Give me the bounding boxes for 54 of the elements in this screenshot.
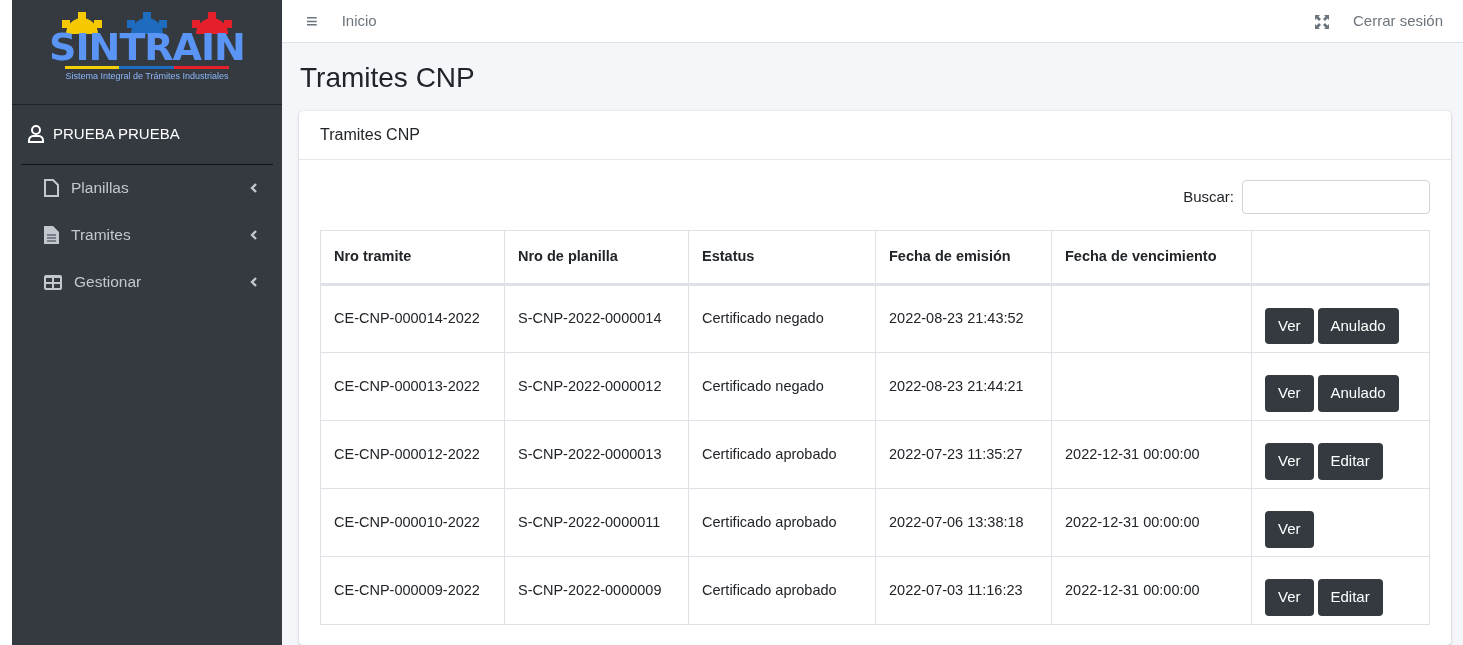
logo: SINTRAIN Sistema Integral de Trámites Industriales [12, 0, 282, 105]
nav-link[interactable]: Inicio [341, 9, 377, 33]
table-cell: S-CNP-2022-0000012 [504, 352, 689, 421]
column-header: Estatus [688, 230, 876, 285]
page-title: Tramites CNP [300, 61, 476, 95]
table-cell: CE-CNP-000013-2022 [320, 352, 505, 421]
card-title: Tramites CNP [299, 111, 1451, 160]
table-cell: 2022-12-31 00:00:00 [1051, 488, 1252, 557]
action-button[interactable]: Anulado [1317, 375, 1399, 412]
table-cell: Certificado aprobado [688, 488, 876, 557]
table-cell: CE-CNP-000012-2022 [320, 420, 505, 489]
grid-icon [44, 274, 62, 290]
sidebar-item[interactable]: Gestionar [12, 258, 282, 306]
logout-link[interactable]: Cerrar sesión [1352, 9, 1443, 33]
table-cell: S-CNP-2022-0000009 [504, 556, 689, 625]
column-header: Nro de planilla [504, 230, 689, 285]
action-button[interactable]: Anulado [1317, 307, 1399, 345]
table-cell: Certificado aprobado [688, 420, 876, 489]
search-label: Buscar: [1183, 186, 1234, 207]
table-cell: 2022-07-03 11:16:23 [875, 556, 1052, 625]
table-cell: S-CNP-2022-0000014 [504, 284, 689, 353]
table-cell: 2022-08-23 21:44:21 [875, 352, 1052, 421]
fullscreen-icon[interactable] [1314, 15, 1329, 29]
action-button[interactable]: Ver [1265, 375, 1314, 412]
action-button[interactable]: Ver [1265, 443, 1314, 480]
table-cell: S-CNP-2022-0000011 [504, 488, 689, 557]
action-button[interactable]: Editar [1317, 443, 1383, 480]
sidebar-item[interactable]: Planillas [12, 164, 282, 212]
sidebar-item[interactable]: Tramites [12, 211, 282, 259]
table-cell: 2022-12-31 00:00:00 [1051, 420, 1252, 489]
document-icon [44, 226, 59, 244]
user-icon [27, 125, 45, 144]
action-button[interactable]: Ver [1265, 307, 1314, 345]
table-cell: 2022-12-31 00:00:00 [1051, 556, 1252, 625]
table-cell: Certificado aprobado [688, 556, 876, 625]
table-cell: 2022-07-06 13:38:18 [875, 488, 1052, 557]
column-header: Fecha de emisión [875, 230, 1052, 285]
table-cell: CE-CNP-000014-2022 [320, 284, 505, 353]
action-button[interactable]: Ver [1265, 511, 1314, 548]
table-cell: CE-CNP-000009-2022 [320, 556, 505, 625]
table-cell: 2022-08-23 21:43:52 [875, 284, 1052, 353]
table-cell: S-CNP-2022-0000013 [504, 420, 689, 489]
action-button[interactable]: Ver [1265, 579, 1314, 616]
table-cell: CE-CNP-000010-2022 [320, 488, 505, 557]
table-cell: Certificado negado [688, 352, 876, 421]
table-cell: Certificado negado [688, 284, 876, 353]
action-button[interactable]: Editar [1317, 579, 1383, 616]
column-header: Nro tramite [320, 230, 505, 285]
table-cell: 2022-07-23 11:35:27 [875, 420, 1052, 489]
menu-button[interactable]: ≡ [306, 6, 318, 37]
user-name: PRUEBA PRUEBA [53, 124, 180, 144]
column-header: Fecha de vencimiento [1051, 230, 1252, 285]
search-field[interactable] [1242, 180, 1430, 214]
file-icon [44, 179, 59, 197]
